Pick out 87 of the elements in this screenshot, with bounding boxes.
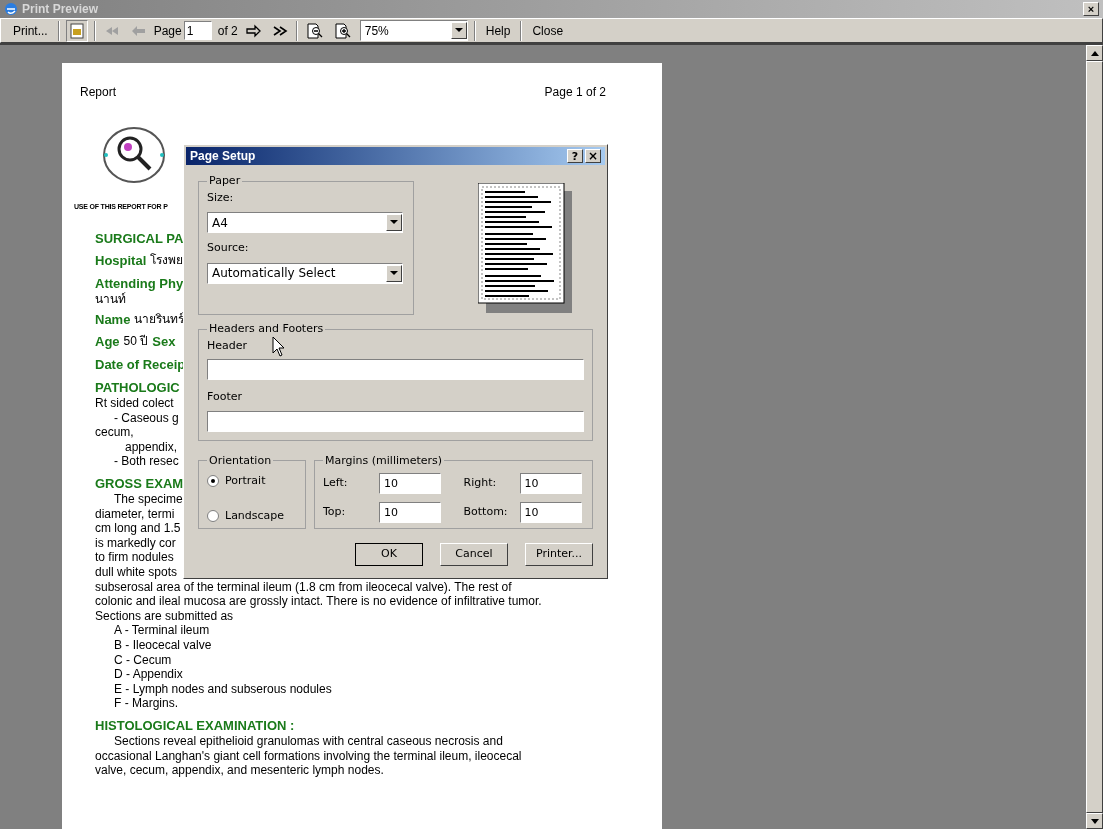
print-button[interactable]: Print... xyxy=(9,21,52,40)
arrow-icon xyxy=(245,22,262,39)
report-text: - Both resec xyxy=(114,454,179,470)
field-value: 50 ปี xyxy=(123,333,149,351)
dialog-title: Page Setup xyxy=(190,148,257,165)
margin-input-field[interactable]: 10 xyxy=(519,502,582,523)
report-text: cm long and 1.5 xyxy=(95,521,181,536)
report-text: subserosal area of the terminal ileum (1.8 cm from ileocecal valve). The rest of xyxy=(95,579,512,595)
report-text: A - Terminal ileum xyxy=(114,623,210,638)
mouse-cursor-icon xyxy=(272,336,286,358)
field-label: Right: xyxy=(463,475,498,492)
margin-input-field[interactable]: 10 xyxy=(379,473,441,494)
field-label: Source: xyxy=(207,240,250,256)
browser-icon xyxy=(4,2,18,16)
scroll-down-icon[interactable] xyxy=(1086,813,1103,829)
group-label: Margins (millimeters) xyxy=(324,452,444,469)
report-text: C - Cecum xyxy=(114,652,172,668)
report-text: cecum, xyxy=(95,425,134,440)
section-heading: GROSS EXAM xyxy=(95,475,184,493)
report-text: is markedly cor xyxy=(95,535,176,551)
dialog-button[interactable]: Printer... xyxy=(525,542,593,566)
field-label: Sex xyxy=(152,333,176,351)
report-text: Rt sided colect xyxy=(95,396,174,411)
report-text: colonic and ileal mucosa are grossly intact. There is no evidence of infiltrative tumor. xyxy=(95,594,542,609)
orientation-radio[interactable]: Portrait xyxy=(207,473,297,490)
page-icon xyxy=(68,22,85,39)
report-text: Sections are submitted as xyxy=(95,608,234,624)
field-label: Top: xyxy=(323,504,347,521)
page-number-text: Page 1 of 2 xyxy=(544,84,606,101)
help-button[interactable]: Help xyxy=(481,21,515,40)
page-setup-button[interactable] xyxy=(65,19,88,42)
page-label: Page xyxy=(153,22,182,40)
field-label: Name xyxy=(95,311,131,329)
margin-input-field[interactable]: 10 xyxy=(379,502,441,523)
close-preview-button[interactable]: Close xyxy=(528,21,568,40)
footer-input-field[interactable] xyxy=(207,410,584,432)
report-text: diameter, termi xyxy=(95,506,175,522)
field-label: Age xyxy=(95,333,120,351)
field-label: Footer xyxy=(207,389,243,405)
zoom-in-icon xyxy=(333,21,352,40)
group-label: Orientation xyxy=(208,452,273,469)
report-text: to firm nodules xyxy=(95,550,174,566)
paper-size-dropdown[interactable]: A4 xyxy=(207,212,403,233)
help-button[interactable]: ? xyxy=(567,149,583,163)
group-label: Headers and Footers xyxy=(208,321,325,337)
dialog-button[interactable]: Cancel xyxy=(440,542,508,566)
scroll-up-icon[interactable] xyxy=(1086,45,1103,61)
orientation-radio[interactable]: Landscape xyxy=(207,507,297,524)
report-text: E - Lymph nodes and subserous nodules xyxy=(114,681,332,697)
report-text: D - Appendix xyxy=(114,667,183,682)
report-text: นานท์ xyxy=(95,291,126,307)
window-title: Print Preview xyxy=(22,1,99,18)
report-text: appendix, xyxy=(125,439,178,455)
header-input-field[interactable] xyxy=(207,359,584,380)
field-value: นายรินทร์ xyxy=(134,311,185,329)
section-heading: HISTOLOGICAL EXAMINATION : xyxy=(95,716,295,734)
field-label: Size: xyxy=(207,189,235,206)
report-text: Sections reveal epithelioid granulomas with central caseous necrosis and xyxy=(114,733,503,749)
paper-source-dropdown[interactable]: Automatically Select xyxy=(207,262,403,284)
report-text: valve, cecum, appendix, and mesenteric lymph nodes. xyxy=(95,763,384,778)
field-value: โรงพย xyxy=(150,251,184,269)
zoom-out-icon xyxy=(305,21,324,40)
section-heading: SURGICAL PA xyxy=(95,229,184,247)
report-text: The specime xyxy=(114,492,183,507)
report-text: F - Margins. xyxy=(114,696,178,711)
page-number-field[interactable]: 1 xyxy=(183,21,212,40)
radio-button[interactable] xyxy=(207,475,219,488)
report-text: occasional Langhan's giant cell formations involving the terminal ileum, ileocecal xyxy=(95,748,522,764)
field-label: Left: xyxy=(323,475,349,492)
dialog-button[interactable]: OK xyxy=(355,542,423,566)
field-label: Header xyxy=(207,337,248,354)
field-label: Bottom: xyxy=(463,504,509,521)
close-button[interactable]: × xyxy=(585,149,601,163)
section-heading: PATHOLOGIC xyxy=(95,379,180,397)
report-text: B - Ileocecal valve xyxy=(114,638,212,653)
page-count: of 2 xyxy=(217,22,238,40)
zoom-dropdown[interactable]: 75% xyxy=(359,20,468,41)
group-label: Paper xyxy=(208,173,242,189)
page-header-text: Report xyxy=(80,84,117,101)
field-label: Hospital xyxy=(95,251,147,269)
report-text: - Caseous g xyxy=(114,410,179,426)
close-button[interactable]: × xyxy=(1083,2,1099,16)
section-heading: Attending Phy xyxy=(95,274,184,292)
magnifier-logo-icon xyxy=(102,125,166,185)
radio-button[interactable] xyxy=(207,509,219,522)
report-text: dull white spots xyxy=(95,565,178,580)
margin-input-field[interactable]: 10 xyxy=(519,473,582,494)
